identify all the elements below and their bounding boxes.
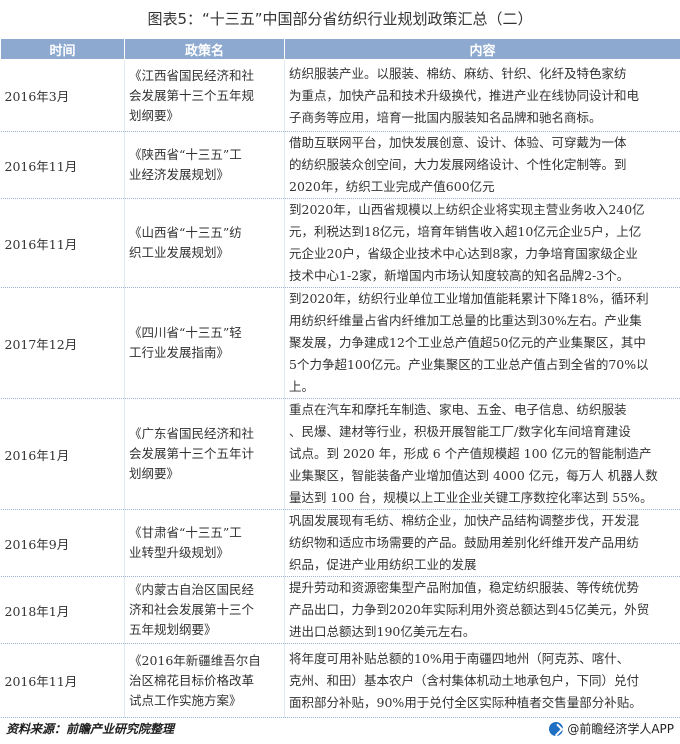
policy-name-line: 《2016年新疆维吾尔自 xyxy=(129,652,261,668)
content-line: 试点。到 2020 年，形成 6 个产值规模超 100 亿元的智能制造产 xyxy=(289,446,652,461)
row-time: 2016年11月 xyxy=(0,131,125,199)
row-content: 重点在汽车和摩托车制造、家电、五金、电子信息、纺织服装 、民爆、建材等行业，积极开… xyxy=(284,398,680,510)
policy-name-line: 划纲要》 xyxy=(129,466,180,481)
table-row: 2016年11月 《山西省“十三五”纺 织工业发展规划》 到2020年，山西省规模以上… xyxy=(0,198,680,288)
source-note: 资料来源：前瞻产业研究院整理 xyxy=(6,722,175,736)
policy-name-line: 济和社会发展第十三个 xyxy=(129,602,255,617)
row-time: 2016年9月 xyxy=(0,509,125,577)
policy-name-line: 《山西省“十三五”纺 xyxy=(129,225,242,240)
table-row: 2016年11月 《2016年新疆维吾尔自 治区棉花目标价格改革 试点工作实施方案》将… xyxy=(0,643,680,718)
footer: 资料来源：前瞻产业研究院整理 @前瞻经济学人APP xyxy=(0,714,680,744)
row-content: 到2020年，山西省规模以上纺织企业将实现主营业务收入240亿 元，利税达到18亿… xyxy=(284,198,680,288)
table-row: 2016年9月 《甘肃省“十三五”工 业转型升级规划》 巩固发展现有毛纺、棉纺企业，加… xyxy=(0,509,680,577)
row-content: 巩固发展现有毛纺、棉纺企业，加快产品结构调整步伐，开发混 纺织物和适应市场需要的产… xyxy=(284,509,680,577)
table-header-row: 时间 政策名 内容 xyxy=(0,38,680,60)
policy-name-line: 《甘肃省“十三五”工 xyxy=(129,525,242,540)
table-title: 图表5：“十三五”中国部分省纺织行业规划政策汇总（二） xyxy=(147,10,533,28)
policy-name-line: 会发展第十三个五年计 xyxy=(129,446,255,461)
content-line: 聚发展，力争建成12个工业总产值超50亿元的产业集聚区，其中 xyxy=(289,335,646,350)
policy-name-line: 划纲要》 xyxy=(129,107,180,123)
content-line: 巩固发展现有毛纺、棉纺企业，加快产品结构调整步伐，开发混 xyxy=(289,513,640,528)
policy-name-line: 工行业发展指南》 xyxy=(129,345,230,360)
policy-table: 时间 政策名 内容 2016年3月 《江西省国民经济和社 会发展第十三个五年规 划纲要… xyxy=(0,38,680,718)
content-line: 、民爆、建材等行业，积极开展智能工厂/数字化车间培育建设 xyxy=(289,424,631,439)
policy-name-line: 《陕西省“十三五”工 xyxy=(129,147,242,162)
row-policy-name: 《陕西省“十三五”工 业经济发展规划》 xyxy=(124,131,285,199)
policy-name-line: 试点工作实施方案》 xyxy=(129,692,242,708)
row-policy-name: 《甘肃省“十三五”工 业转型升级规划》 xyxy=(124,509,285,577)
content-line: 为重点，加快产品和技术升级换代，推进产业在线协同设计和电 xyxy=(289,87,640,103)
table-row: 2016年11月 《陕西省“十三五”工 业经济发展规划》 借助互联网平台，加快发展创意… xyxy=(0,131,680,199)
content-line: 上。 xyxy=(289,379,315,394)
content-line: 的纺织服装众创空间，大力发展网络设计、个性化定制等。到 xyxy=(289,157,627,172)
content-line: 元，利税达到18亿元，培育年销售收入超10亿元企业5户，上亿 xyxy=(289,224,642,239)
row-content: 将年度可用补贴总额的10%用于南疆四地州（阿克苏、喀什、 克州、和田）基本农户（含… xyxy=(284,643,680,718)
content-line: 用纺织纤维量占省内纤维加工总量的比重达到30%左右。产业集 xyxy=(289,313,642,328)
content-line: 重点在汽车和摩托车制造、家电、五金、电子信息、纺织服装 xyxy=(289,402,627,417)
policy-name-line: 业经济发展规划》 xyxy=(129,167,230,182)
column-header-content: 内容 xyxy=(284,38,680,60)
row-time: 2016年11月 xyxy=(0,643,125,718)
policy-name-line: 五年规划纲要》 xyxy=(129,622,217,637)
row-content: 到2020年，纺织行业单位工业增加值能耗累计下降18%，循环利 用纺织纤维量占省内… xyxy=(284,287,680,399)
row-policy-name: 《江西省国民经济和社 会发展第十三个五年规 划纲要》 xyxy=(124,59,285,132)
row-time: 2016年11月 xyxy=(0,198,125,288)
brand-text: @前瞻经济学人APP xyxy=(567,722,674,736)
row-content: 纺织服装产业。以服装、棉纺、麻纺、针织、化纤及特色家纺 为重点，加快产品和技术升级… xyxy=(284,59,680,132)
content-line: 到2020年，山西省规模以上纺织企业将实现主营业务收入240亿 xyxy=(289,202,645,217)
policy-name-line: 业转型升级规划》 xyxy=(129,545,230,560)
content-line: 纺织服装产业。以服装、棉纺、麻纺、针织、化纤及特色家纺 xyxy=(289,65,627,81)
row-policy-name: 《山西省“十三五”纺 织工业发展规划》 xyxy=(124,198,285,288)
content-line: 织品，促进产业用纺织工业的发展 xyxy=(289,557,477,572)
content-line: 业集聚区，智能装备产业增加值达到 4000 亿元，每万人 机器人数 xyxy=(289,468,658,483)
content-line: 子商务等应用，培育一批国内服装知名品牌和驰名商标。 xyxy=(289,109,602,125)
column-header-policy: 政策名 xyxy=(124,38,285,60)
content-line: 元企业20户，省级企业技术中心达到8家，力争培育国家级企业 xyxy=(289,246,638,261)
content-line: 量达到 100 台，规模以上工业企业关键工序数控化率达到 55%。 xyxy=(289,490,653,505)
table-row: 2016年1月 《广东省国民经济和社 会发展第十三个五年计 划纲要》 重点在汽车和摩托车… xyxy=(0,398,680,510)
content-line: 2020年，纺织工业完成产值600亿元 xyxy=(289,179,495,194)
row-policy-name: 《四川省“十三五”轻 工行业发展指南》 xyxy=(124,287,285,399)
row-time: 2018年1月 xyxy=(0,576,125,644)
content-line: 到2020年，纺织行业单位工业增加值能耗累计下降18%，循环利 xyxy=(289,291,649,306)
policy-name-line: 织工业发展规划》 xyxy=(129,245,230,260)
table-row: 2016年3月 《江西省国民经济和社 会发展第十三个五年规 划纲要》 纺织服装产业。以服… xyxy=(0,59,680,132)
content-line: 5个力争超100亿元。产业集聚区的工业总产值占到全省的70%以 xyxy=(289,357,649,372)
row-content: 借助互联网平台，加快发展创意、设计、体验、可穿戴为一体 的纺织服装众创空间，大力发… xyxy=(284,131,680,199)
policy-name-line: 《内蒙古自治区国民经 xyxy=(129,582,255,597)
content-line: 面积部分补贴，90%用于兑付全区实际种植者交售量部分补贴。 xyxy=(289,694,642,710)
policy-name-line: 治区棉花目标价格改革 xyxy=(129,672,255,688)
policy-name-line: 《四川省“十三五”轻 xyxy=(129,325,242,340)
table-body: 2016年3月 《江西省国民经济和社 会发展第十三个五年规 划纲要》 纺织服装产业。以服… xyxy=(0,59,680,718)
policy-name-line: 《江西省国民经济和社 xyxy=(129,67,255,83)
policy-name-line: 会发展第十三个五年规 xyxy=(129,87,255,103)
table-row: 2017年12月 《四川省“十三五”轻 工行业发展指南》 到2020年，纺织行业单位工… xyxy=(0,287,680,399)
content-line: 克州、和田）基本农户（含村集体机动土地承包户，下同）兑付 xyxy=(289,672,640,688)
content-line: 技术中心1-2家，新增国内市场认知度较高的知名品牌2-3个。 xyxy=(289,268,630,283)
brand-credit: @前瞻经济学人APP xyxy=(549,720,674,737)
content-line: 提升劳动和资源密集型产品附加值，稳定纺织服装、等传统优势 xyxy=(289,580,640,595)
policy-name-line: 《广东省国民经济和社 xyxy=(129,426,255,441)
row-policy-name: 《2016年新疆维吾尔自 治区棉花目标价格改革 试点工作实施方案》 xyxy=(124,643,285,718)
row-time: 2016年1月 xyxy=(0,398,125,510)
row-policy-name: 《广东省国民经济和社 会发展第十三个五年计 划纲要》 xyxy=(124,398,285,510)
table-row: 2018年1月 《内蒙古自治区国民经 济和社会发展第十三个 五年规划纲要》 提升劳动和资… xyxy=(0,576,680,644)
row-content: 提升劳动和资源密集型产品附加值，稳定纺织服装、等传统优势 产品出口，力争到2020… xyxy=(284,576,680,644)
column-header-time: 时间 xyxy=(0,38,125,60)
content-line: 产品出口，力争到2020年实际利用外资总额达到45亿美元，外贸 xyxy=(289,602,650,617)
brand-logo-icon xyxy=(549,721,564,736)
content-line: 借助互联网平台，加快发展创意、设计、体验、可穿戴为一体 xyxy=(289,135,627,150)
row-policy-name: 《内蒙古自治区国民经 济和社会发展第十三个 五年规划纲要》 xyxy=(124,576,285,644)
content-line: 将年度可用补贴总额的10%用于南疆四地州（阿克苏、喀什、 xyxy=(289,650,630,666)
content-line: 纺织物和适应市场需要的产品。鼓励用差别化纤维开发产品用纺 xyxy=(289,535,640,550)
row-time: 2017年12月 xyxy=(0,287,125,399)
row-time: 2016年3月 xyxy=(0,59,125,132)
content-line: 进出口总额达到190亿美元左右。 xyxy=(289,624,476,639)
